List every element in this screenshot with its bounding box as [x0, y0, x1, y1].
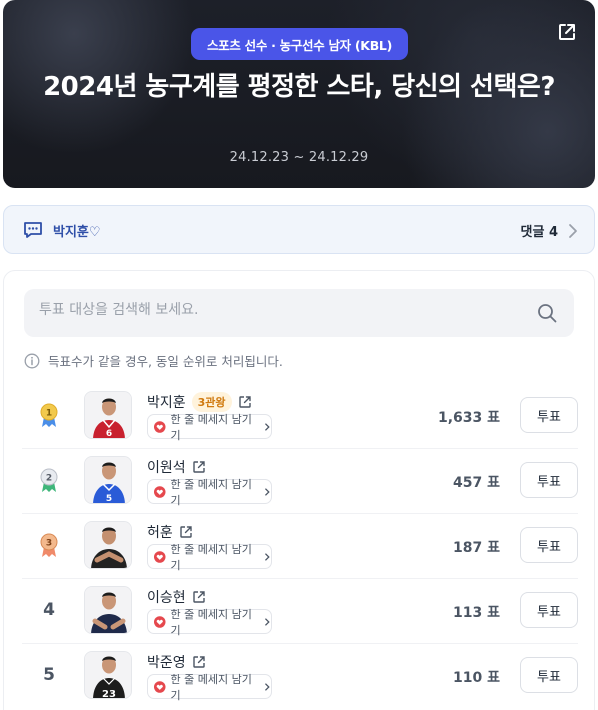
chevron-right-icon: [265, 617, 270, 626]
candidate-name: 박준영: [147, 655, 186, 671]
heart-icon: [154, 680, 166, 693]
rank-label: 3: [46, 539, 52, 549]
leave-message-button[interactable]: 한 줄 메세지 남기기: [147, 673, 272, 702]
search-input[interactable]: [39, 302, 519, 318]
chevron-right-icon: [265, 552, 270, 561]
rank-number: 5: [43, 665, 55, 685]
candidate-name: 이승현: [147, 590, 186, 606]
avatar[interactable]: 6: [84, 391, 132, 439]
vote-button[interactable]: 투표: [520, 462, 578, 498]
category-badge[interactable]: 스포츠 선수 · 농구선수 남자 (KBL): [191, 28, 408, 60]
vote-button[interactable]: 투표: [520, 657, 578, 693]
candidate-row: 5 23 박준영 한 줄 메세지 남기기 110 표 투표: [22, 644, 578, 709]
leave-message-button[interactable]: 한 줄 메세지 남기기: [147, 478, 272, 507]
avatar[interactable]: [84, 586, 132, 634]
notice-text: 득표수가 같을 경우, 동일 순위로 처리됩니다.: [48, 354, 283, 369]
message-label: 한 줄 메세지 남기기: [170, 672, 252, 702]
date-range: 24.12.23 ~ 24.12.29: [229, 150, 369, 165]
external-link-icon[interactable]: [192, 655, 206, 669]
latest-comment-user: 박지훈♡: [53, 225, 101, 240]
hero-banner: 스포츠 선수 · 농구선수 남자 (KBL) 2024년 농구계를 평정한 스타…: [3, 0, 595, 188]
candidate-row: 2 5 이원석 한 줄 메세지 남기기 457 표 투표: [22, 449, 578, 514]
silver-medal-icon: 2: [32, 465, 66, 495]
vote-count: 457 표: [453, 475, 500, 491]
svg-text:23: 23: [102, 689, 116, 699]
info-icon: [24, 353, 40, 368]
candidate-name: 박지훈: [147, 395, 186, 411]
rank-label: 2: [46, 474, 52, 484]
search-box[interactable]: [24, 289, 574, 337]
avatar[interactable]: 5: [84, 456, 132, 504]
leave-message-button[interactable]: 한 줄 메세지 남기기: [147, 543, 272, 572]
rank-number: 4: [43, 600, 55, 620]
share-icon[interactable]: [557, 22, 577, 42]
message-label: 한 줄 메세지 남기기: [170, 412, 252, 442]
external-link-icon[interactable]: [238, 395, 252, 409]
svg-text:6: 6: [106, 429, 112, 439]
avatar[interactable]: [84, 521, 132, 569]
vote-button[interactable]: 투표: [520, 592, 578, 628]
vote-count: 110 표: [453, 670, 500, 686]
avatar[interactable]: 23: [84, 651, 132, 699]
chevron-right-icon: [265, 422, 270, 431]
vote-count: 187 표: [453, 540, 500, 556]
page-title: 2024년 농구계를 평정한 스타, 당신의 선택은?: [43, 72, 555, 102]
heart-icon: [154, 615, 166, 628]
chevron-right-icon: [569, 224, 577, 238]
heart-icon: [154, 485, 166, 498]
candidate-row: 4 이승현 한 줄 메세지 남기기 113 표 투표: [22, 579, 578, 644]
message-label: 한 줄 메세지 남기기: [170, 542, 252, 572]
comment-bar[interactable]: 박지훈♡ 댓글 4: [3, 205, 595, 254]
message-label: 한 줄 메세지 남기기: [170, 607, 252, 637]
vote-card: 득표수가 같을 경우, 동일 순위로 처리됩니다. 1 6 박지훈 3관왕: [3, 270, 595, 710]
candidate-name: 이원석: [147, 460, 186, 476]
heart-icon: [154, 550, 166, 563]
heart-icon: [154, 420, 166, 433]
external-link-icon[interactable]: [192, 590, 206, 604]
comment-count: 댓글 4: [520, 225, 559, 240]
bronze-medal-icon: 3: [32, 530, 66, 560]
svg-text:5: 5: [106, 494, 112, 504]
title-badge: 3관왕: [191, 392, 232, 412]
chevron-right-icon: [265, 682, 270, 691]
vote-count: 1,633 표: [437, 410, 500, 426]
vote-button[interactable]: 투표: [520, 527, 578, 563]
leave-message-button[interactable]: 한 줄 메세지 남기기: [147, 413, 272, 442]
vote-count: 113 표: [453, 605, 500, 621]
candidate-row: 3 허훈 한 줄 메세지 남기기 187 표 투표: [22, 514, 578, 579]
chevron-right-icon: [265, 487, 270, 496]
gold-medal-icon: 1: [32, 400, 66, 430]
leave-message-button[interactable]: 한 줄 메세지 남기기: [147, 608, 272, 637]
rank-label: 1: [46, 409, 52, 419]
vote-button[interactable]: 투표: [520, 397, 578, 433]
external-link-icon[interactable]: [192, 460, 206, 474]
message-label: 한 줄 메세지 남기기: [170, 477, 252, 507]
search-icon[interactable]: [536, 302, 558, 324]
external-link-icon[interactable]: [179, 525, 193, 539]
tie-notice: 득표수가 같을 경우, 동일 순위로 처리됩니다.: [24, 351, 283, 370]
candidate-row: 1 6 박지훈 3관왕 한 줄 메세지 남기기 1,633 표 투표: [22, 384, 578, 449]
candidate-name: 허훈: [147, 525, 173, 541]
comment-icon: [24, 222, 42, 238]
